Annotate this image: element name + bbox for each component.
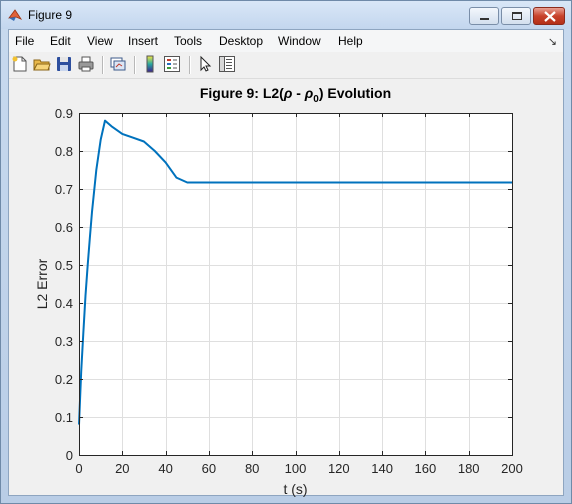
x-tick-label: 140 <box>371 461 393 476</box>
x-tick-label: 60 <box>202 461 216 476</box>
y-tick-label: 0.3 <box>55 334 73 349</box>
x-tick-label: 160 <box>415 461 437 476</box>
y-tick-label: 0.9 <box>55 106 73 121</box>
x-axis-label: t (s) <box>283 481 307 497</box>
x-tick-label: 40 <box>158 461 172 476</box>
x-tick-label: 120 <box>328 461 350 476</box>
x-tick-label: 0 <box>75 461 82 476</box>
x-tick-label: 20 <box>115 461 129 476</box>
x-tick-label: 100 <box>285 461 307 476</box>
y-tick-label: 0.5 <box>55 258 73 273</box>
y-tick-label: 0 <box>66 448 73 463</box>
axes-background[interactable] <box>79 113 512 455</box>
chart-title: Figure 9: L2(ρ - ρ0) Evolution <box>200 85 391 105</box>
x-tick-label: 80 <box>245 461 259 476</box>
plot-canvas: 0 20 40 60 80 100 120 140 160 180 200 0 0.1 0.2 0.3 0.… <box>34 85 523 497</box>
y-tick-label: 0.4 <box>55 296 73 311</box>
y-tick-label: 0.6 <box>55 220 73 235</box>
x-tick-label: 180 <box>458 461 480 476</box>
x-tick-label: 200 <box>501 461 523 476</box>
y-tick-label: 0.1 <box>55 410 73 425</box>
y-tick-label: 0.7 <box>55 182 73 197</box>
y-axis-label: L2 Error <box>34 258 50 309</box>
y-tick-label: 0.2 <box>55 372 73 387</box>
y-tick-label: 0.8 <box>55 144 73 159</box>
